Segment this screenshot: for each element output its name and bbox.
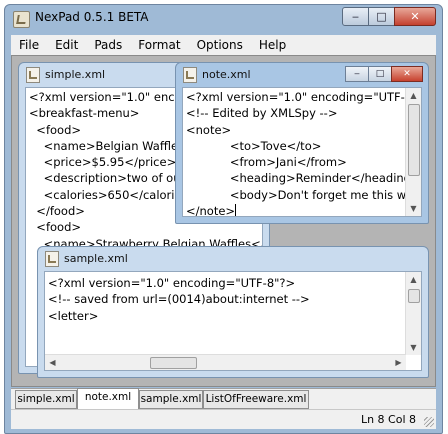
scroll-down-arrow-icon[interactable]: ▼ [406, 340, 421, 355]
code-line: <to>Tove</to> [186, 138, 322, 153]
document-tab-bar: simple.xml note.xml sample.xml ListOfFre… [11, 388, 436, 409]
tab-sample[interactable]: sample.xml [139, 390, 203, 409]
resize-grip-icon[interactable] [424, 417, 434, 427]
code-line: <heading>Reminder</heading> [186, 171, 421, 186]
tab-simple[interactable]: simple.xml [15, 390, 77, 409]
scroll-thumb[interactable] [150, 357, 197, 369]
scroll-right-arrow-icon[interactable]: ▶ [391, 355, 406, 370]
code-line: <note> [186, 122, 232, 137]
close-icon: ✕ [410, 10, 420, 23]
maximize-button[interactable]: □ [368, 7, 395, 26]
vertical-scrollbar[interactable]: ▲ ▼ [405, 88, 421, 216]
scroll-thumb[interactable] [408, 104, 420, 176]
scroll-up-arrow-icon[interactable]: ▲ [406, 272, 421, 287]
text-caret [235, 204, 237, 216]
status-bar: Ln 8 Col 8 [11, 409, 436, 429]
close-icon: ✕ [403, 69, 411, 79]
child-title-note: note.xml [202, 68, 251, 81]
code-line: <letter> [48, 308, 99, 323]
document-icon [45, 251, 59, 267]
code-line: <?xml version="1.0" encoding="UTF-8"?> [48, 276, 296, 290]
child-titlebar-sample[interactable]: sample.xml [38, 247, 428, 269]
tab-listoffreeware[interactable]: ListOfFreeware.xml [203, 390, 309, 409]
scroll-left-arrow-icon[interactable]: ◀ [45, 355, 60, 370]
document-icon [183, 67, 197, 83]
child-window-note[interactable]: note.xml ‒ □ ✕ <?xml version="1.0" encod… [175, 62, 429, 224]
editor-sample[interactable]: <?xml version="1.0" encoding="UTF-8"?> <… [44, 271, 422, 371]
menu-pads[interactable]: Pads [86, 38, 130, 52]
child-window-sample[interactable]: sample.xml <?xml version="1.0" encoding=… [37, 246, 429, 378]
app-window: NexPad 0.5.1 BETA ‒ □ ✕ File Edit Pads F… [4, 4, 443, 434]
code-line: <!-- Edited by XMLSpy --> [186, 106, 338, 121]
editor-note[interactable]: <?xml version="1.0" encoding="UTF-8"?> <… [182, 87, 422, 217]
code-line: <calories>650</calories> [29, 187, 198, 202]
child-title-simple: simple.xml [45, 68, 106, 81]
menu-edit[interactable]: Edit [47, 38, 86, 52]
code-line: </food> [29, 204, 85, 219]
app-icon [13, 11, 30, 28]
menu-format[interactable]: Format [130, 38, 188, 52]
child-titlebar-note[interactable]: note.xml ‒ □ ✕ [176, 63, 428, 85]
tab-note[interactable]: note.xml [77, 388, 139, 409]
child-minimize-button[interactable]: ‒ [345, 66, 369, 82]
code-line: <!-- saved from url=(0014)about:internet… [48, 292, 310, 307]
code-line: <food> [29, 220, 82, 235]
document-icon [26, 67, 40, 83]
code-text-sample: <?xml version="1.0" encoding="UTF-8"?> <… [48, 275, 310, 324]
horizontal-scrollbar[interactable]: ◀ ▶ [45, 354, 406, 370]
code-line: <?xml version="1.0" encoding="UTF-8"?> [186, 90, 422, 104]
app-titlebar[interactable]: NexPad 0.5.1 BETA ‒ □ ✕ [5, 5, 442, 31]
minimize-icon: ‒ [354, 69, 360, 79]
menu-file[interactable]: File [11, 38, 47, 52]
code-line: <food> [29, 122, 82, 137]
code-line: <breakfast-menu> [29, 106, 140, 121]
minimize-icon: ‒ [352, 10, 359, 23]
scroll-down-arrow-icon[interactable]: ▼ [406, 201, 421, 216]
vertical-scrollbar[interactable]: ▲ ▼ [405, 272, 421, 355]
code-line: <from>Jani</from> [186, 155, 347, 170]
code-line: <body>Don't forget me this weekend!</bod… [229, 187, 421, 202]
menu-help[interactable]: Help [251, 38, 294, 52]
minimize-button[interactable]: ‒ [342, 7, 369, 26]
code-line: <price>$5.95</price> [29, 155, 177, 170]
child-close-button[interactable]: ✕ [391, 66, 423, 82]
close-button[interactable]: ✕ [394, 7, 436, 26]
scroll-thumb[interactable] [408, 289, 420, 303]
menu-bar: File Edit Pads Format Options Help [11, 35, 436, 55]
scroll-up-arrow-icon[interactable]: ▲ [406, 88, 421, 103]
mdi-client-area: simple.xml <?xml version="1.0" encoding=… [11, 55, 436, 387]
maximize-icon: □ [376, 10, 387, 23]
child-title-sample: sample.xml [64, 252, 128, 265]
menu-options[interactable]: Options [189, 38, 251, 52]
app-title: NexPad 0.5.1 BETA [35, 10, 149, 24]
child-maximize-button[interactable]: □ [368, 66, 392, 82]
maximize-icon: □ [375, 69, 385, 79]
code-line: </note> [186, 204, 236, 217]
code-text-note: <?xml version="1.0" encoding="UTF-8"?> <… [186, 89, 422, 217]
cursor-position: Ln 8 Col 8 [360, 413, 416, 426]
